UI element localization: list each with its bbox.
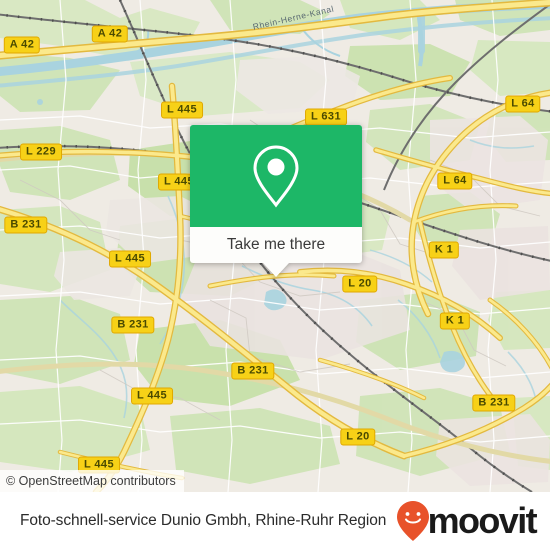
road-shield: L 631 <box>305 108 347 126</box>
road-shield: B 231 <box>4 216 48 234</box>
road-shield: B 231 <box>111 316 155 334</box>
map-canvas[interactable]: Rhein-Herne-Kanal A 42 A 42 L 445 L 631 L 64… <box>0 0 550 492</box>
moovit-brand[interactable]: moovit <box>396 500 550 542</box>
road-shield: L 64 <box>505 95 541 113</box>
road-shield: B 231 <box>231 362 275 380</box>
take-me-there-label: Take me there <box>226 236 326 253</box>
take-me-there-button[interactable]: Take me there <box>190 227 362 263</box>
popup-marker-area <box>190 125 362 227</box>
road-shield: L 445 <box>161 101 203 119</box>
footer-bar: Foto-schnell-service Dunio Gmbh, Rhine-R… <box>0 492 550 550</box>
map-pin-icon <box>253 145 299 208</box>
popup-tail <box>263 263 289 277</box>
moovit-map-screenshot: Rhein-Herne-Kanal A 42 A 42 L 445 L 631 L 64… <box>0 0 550 550</box>
road-shield: L 445 <box>131 387 173 405</box>
road-shield: K 1 <box>428 241 460 259</box>
road-shield: L 445 <box>109 250 151 268</box>
road-shield: L 229 <box>20 143 62 161</box>
moovit-pin-smiley-icon <box>396 501 429 541</box>
road-shield: A 42 <box>3 36 41 54</box>
map-attribution: © OpenStreetMap contributors <box>0 470 184 492</box>
road-shield: L 64 <box>437 172 473 190</box>
moovit-wordmark: moovit <box>427 500 538 541</box>
page-title: Foto-schnell-service Dunio Gmbh, Rhine-R… <box>20 512 387 529</box>
road-shield: L 20 <box>342 275 378 293</box>
location-popup[interactable]: Take me there <box>190 125 362 277</box>
road-shield: K 1 <box>439 312 471 330</box>
road-shield: A 42 <box>91 25 129 43</box>
road-shield: B 231 <box>472 394 516 412</box>
road-shield: L 20 <box>340 428 376 446</box>
attribution-text: © OpenStreetMap contributors <box>6 474 176 488</box>
